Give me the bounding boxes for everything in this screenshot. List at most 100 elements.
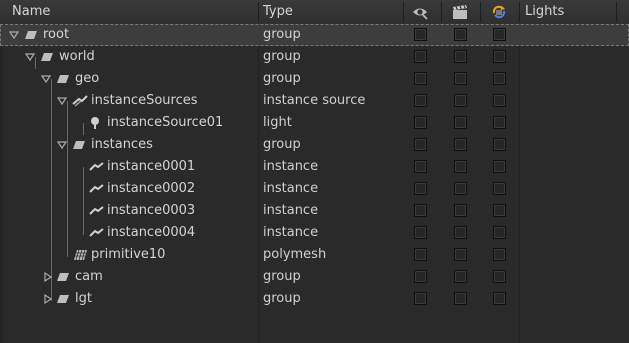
row-name: instance0004 (107, 225, 196, 240)
column-divider[interactable] (616, 2, 617, 22)
render-checkbox[interactable] (454, 270, 467, 283)
collapse-triangle-icon[interactable] (43, 294, 53, 304)
column-type-header[interactable]: Type (263, 0, 293, 24)
update-checkbox[interactable] (493, 28, 506, 41)
update-checkbox[interactable] (493, 270, 506, 283)
column-header: Name Type Lights (0, 0, 629, 25)
render-checkbox[interactable] (454, 292, 467, 305)
eye-visibility-icon[interactable] (411, 4, 429, 20)
visibility-checkbox[interactable] (414, 116, 427, 129)
row-type: instance source (263, 93, 366, 108)
visibility-checkbox[interactable] (414, 72, 427, 85)
render-checkbox[interactable] (454, 50, 467, 63)
update-checkbox[interactable] (493, 116, 506, 129)
row-name: geo (75, 71, 100, 86)
update-checkbox[interactable] (493, 72, 506, 85)
tree-row-lgt[interactable]: lgt group (0, 288, 629, 310)
visibility-checkbox[interactable] (414, 292, 427, 305)
visibility-checkbox[interactable] (414, 182, 427, 195)
visibility-checkbox[interactable] (414, 248, 427, 261)
row-name: instance0001 (107, 159, 196, 174)
row-name: instances (91, 137, 153, 152)
expand-triangle-icon[interactable] (41, 74, 51, 84)
visibility-checkbox[interactable] (414, 94, 427, 107)
update-checkbox[interactable] (493, 182, 506, 195)
row-type: polymesh (263, 247, 327, 262)
row-type: light (263, 115, 292, 130)
tree-row-root[interactable]: root group (0, 24, 629, 46)
expand-triangle-icon[interactable] (25, 52, 35, 62)
row-name: instance0002 (107, 181, 196, 196)
visibility-checkbox[interactable] (414, 226, 427, 239)
group-icon (73, 141, 85, 149)
visibility-checkbox[interactable] (414, 50, 427, 63)
visibility-checkbox[interactable] (414, 270, 427, 283)
update-checkbox[interactable] (493, 204, 506, 217)
collapse-triangle-icon[interactable] (43, 272, 53, 282)
row-name: world (59, 49, 95, 64)
row-type: group (263, 137, 301, 152)
render-checkbox[interactable] (454, 248, 467, 261)
row-type: instance (263, 225, 319, 240)
row-type: group (263, 49, 301, 64)
column-name-header[interactable]: Name (12, 0, 50, 24)
render-checkbox[interactable] (454, 116, 467, 129)
tree-row-cam[interactable]: cam group (0, 266, 629, 288)
render-checkbox[interactable] (454, 72, 467, 85)
clapperboard-render-icon[interactable] (451, 4, 469, 20)
update-checkbox[interactable] (493, 50, 506, 63)
light-bulb-icon (91, 117, 99, 129)
tree-row-world[interactable]: world group (0, 46, 629, 68)
render-checkbox[interactable] (454, 226, 467, 239)
row-name: lgt (75, 291, 92, 306)
update-checkbox[interactable] (493, 226, 506, 239)
column-divider[interactable] (258, 2, 259, 22)
row-type: group (263, 269, 301, 284)
update-checkbox[interactable] (493, 160, 506, 173)
row-type: group (263, 291, 301, 306)
expand-triangle-icon[interactable] (57, 140, 67, 150)
update-checkbox[interactable] (493, 138, 506, 151)
visibility-checkbox[interactable] (414, 138, 427, 151)
column-divider[interactable] (519, 2, 520, 22)
render-checkbox[interactable] (454, 204, 467, 217)
update-checkbox[interactable] (493, 248, 506, 261)
row-name: instanceSource01 (107, 115, 224, 130)
tree-row-instancesources[interactable]: instanceSources instance source (0, 90, 629, 112)
group-icon (25, 31, 37, 39)
row-name: instance0003 (107, 203, 196, 218)
render-checkbox[interactable] (454, 182, 467, 195)
tree-row-primitive10[interactable]: primitive10 polymesh (0, 244, 629, 266)
row-name: cam (75, 269, 103, 284)
expand-triangle-icon[interactable] (9, 30, 19, 40)
scene-graph-panel: Name Type Lights root group world group … (0, 0, 629, 343)
tree-row-instance0004[interactable]: instance0004 instance (0, 222, 629, 244)
row-name: primitive10 (91, 247, 166, 262)
instance-icon (89, 162, 104, 171)
update-checkbox[interactable] (493, 94, 506, 107)
render-checkbox[interactable] (454, 138, 467, 151)
column-divider[interactable] (480, 2, 481, 22)
tree-row-instance0002[interactable]: instance0002 instance (0, 178, 629, 200)
visibility-checkbox[interactable] (414, 204, 427, 217)
tree-row-instance0003[interactable]: instance0003 instance (0, 200, 629, 222)
refresh-update-icon[interactable] (490, 4, 508, 20)
expand-triangle-icon[interactable] (57, 96, 67, 106)
update-checkbox[interactable] (493, 292, 506, 305)
column-divider[interactable] (403, 2, 404, 22)
instance-source-icon (72, 95, 88, 107)
row-name: root (43, 27, 70, 42)
render-checkbox[interactable] (454, 160, 467, 173)
visibility-checkbox[interactable] (414, 160, 427, 173)
column-divider[interactable] (441, 2, 442, 22)
tree-row-instance0001[interactable]: instance0001 instance (0, 156, 629, 178)
render-checkbox[interactable] (454, 28, 467, 41)
polymesh-icon (74, 249, 87, 261)
tree-row-instances[interactable]: instances group (0, 134, 629, 156)
column-lights-header[interactable]: Lights (525, 0, 564, 24)
visibility-checkbox[interactable] (414, 28, 427, 41)
tree-row-geo[interactable]: geo group (0, 68, 629, 90)
tree-row-instancesource01[interactable]: instanceSource01 light (0, 112, 629, 134)
row-name: instanceSources (91, 93, 198, 108)
render-checkbox[interactable] (454, 94, 467, 107)
